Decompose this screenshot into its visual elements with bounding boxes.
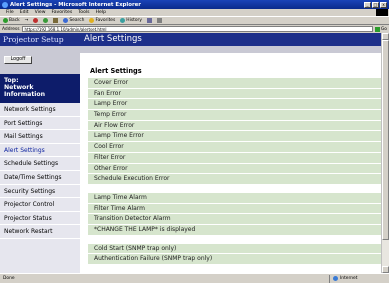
page-content: Projector Setup Logoff Top: Network Info… [0, 33, 381, 273]
address-bar: Address https://192.168.1.10/admin/alert… [0, 25, 389, 33]
search-icon [63, 18, 69, 23]
window-controls: _ □ x [364, 1, 387, 8]
forward-button[interactable]: → [25, 18, 29, 23]
mail-icon [146, 18, 152, 23]
menu-bar: File Edit View Favorites Tools Help [0, 9, 389, 16]
forward-arrow-icon: → [24, 18, 29, 23]
sidebar-item-projector-control[interactable]: Projector Control [0, 198, 80, 212]
refresh-button[interactable] [43, 18, 49, 23]
top-network-label: Network [4, 84, 34, 91]
alert-item-schedule-execution-error[interactable]: Schedule Execution Error [88, 174, 381, 185]
favorites-button[interactable]: Favorites [89, 18, 115, 23]
home-icon [53, 18, 59, 23]
menu-view[interactable]: View [35, 10, 46, 15]
alert-item-fan-error[interactable]: Fan Error [88, 88, 381, 100]
browser-toolbar: Back → Search Favorites History [0, 16, 389, 25]
menu-file[interactable]: File [6, 10, 14, 15]
mail-button[interactable] [146, 18, 152, 23]
sidebar-item-network-settings[interactable]: Network Settings [0, 103, 80, 117]
refresh-icon [43, 18, 49, 23]
sidebar: Projector Setup Logoff Top: Network Info… [0, 33, 80, 273]
window-titlebar: Alert Settings - Microsoft Internet Expl… [0, 0, 389, 9]
alert-item-filter-error[interactable]: Filter Error [88, 152, 381, 164]
sidebar-nav: Network Settings Port Settings Mail Sett… [0, 103, 80, 239]
alert-item-lamp-time-error[interactable]: Lamp Time Error [88, 131, 381, 143]
section-title: Alert Settings [90, 67, 142, 75]
sidebar-item-network-restart[interactable]: Network Restart [0, 225, 80, 239]
globe-icon [333, 276, 338, 281]
alert-item-cover-error[interactable]: Cover Error [88, 78, 381, 89]
print-button[interactable] [156, 18, 162, 23]
alert-item-transition-detector-alarm[interactable]: Transition Detector Alarm [88, 214, 381, 225]
page-title: Alert Settings [80, 33, 381, 46]
alert-item-filter-time-alarm[interactable]: Filter Time Alarm [88, 203, 381, 215]
history-button[interactable]: History [120, 18, 142, 23]
top-information-label: Information [4, 91, 46, 98]
alert-item-temp-error[interactable]: Temp Error [88, 110, 381, 121]
stop-icon [33, 18, 39, 23]
alert-item-cold-start[interactable]: Cold Start (SNMP trap only) [88, 243, 381, 255]
favorites-star-icon [89, 18, 95, 23]
status-bar: Done Internet [0, 273, 389, 283]
sidebar-logo: Projector Setup [0, 33, 80, 46]
favorites-label: Favorites [95, 18, 116, 23]
maximize-button[interactable]: □ [372, 1, 379, 8]
back-button[interactable]: Back [3, 18, 20, 23]
back-arrow-icon [3, 18, 8, 23]
scroll-thumb[interactable] [382, 40, 389, 240]
alert-item-lamp-time-alarm[interactable]: Lamp Time Alarm [88, 192, 381, 204]
search-label: Search [69, 18, 85, 23]
vertical-scrollbar[interactable] [381, 33, 389, 273]
back-label: Back [9, 18, 20, 23]
logoff-button[interactable]: Logoff [4, 56, 32, 64]
sidebar-item-port-settings[interactable]: Port Settings [0, 117, 80, 131]
menu-favorites[interactable]: Favorites [52, 10, 73, 15]
minimize-button[interactable]: _ [364, 1, 371, 8]
alert-item-cool-error[interactable]: Cool Error [88, 142, 381, 153]
group-separator [88, 236, 381, 244]
zone-label: Internet [340, 276, 358, 281]
window-title: Alert Settings - Microsoft Internet Expl… [10, 1, 141, 8]
menu-edit[interactable]: Edit [20, 10, 29, 15]
close-button[interactable]: x [380, 1, 387, 8]
print-icon [156, 18, 162, 23]
alert-item-authentication-failure[interactable]: Authentication Failure (SNMP trap only) [88, 254, 381, 265]
logoff-area: Logoff [0, 46, 80, 74]
group-separator [88, 185, 381, 193]
menu-tools[interactable]: Tools [78, 10, 89, 15]
alert-item-change-the-lamp[interactable]: *CHANGE THE LAMP* is displayed [88, 224, 381, 236]
alert-list: Cover Error Fan Error Lamp Error Temp Er… [88, 78, 381, 265]
scroll-down-button[interactable] [382, 266, 389, 273]
address-label: Address [2, 26, 20, 32]
menu-help[interactable]: Help [96, 10, 106, 15]
header-band [80, 46, 381, 53]
alert-item-air-flow-error[interactable]: Air Flow Error [88, 120, 381, 132]
main-panel: Alert Settings Alert Settings Cover Erro… [80, 33, 381, 273]
top-label: Top: [4, 77, 19, 84]
go-label: Go [380, 26, 387, 32]
security-zone: Internet [329, 274, 389, 283]
search-button[interactable]: Search [63, 18, 84, 23]
status-text: Done [3, 276, 15, 281]
alert-item-other-error[interactable]: Other Error [88, 163, 381, 175]
sidebar-item-mail-settings[interactable]: Mail Settings [0, 130, 80, 144]
go-arrow-icon [374, 26, 380, 32]
home-button[interactable] [53, 18, 59, 23]
sidebar-top-network-information[interactable]: Top: Network Information [0, 74, 80, 103]
sidebar-item-schedule-settings[interactable]: Schedule Settings [0, 157, 80, 171]
go-button[interactable]: Go [374, 26, 387, 32]
alert-item-lamp-error[interactable]: Lamp Error [88, 99, 381, 111]
history-label: History [126, 18, 142, 23]
scroll-up-button[interactable] [382, 33, 389, 40]
stop-button[interactable] [33, 18, 39, 23]
sidebar-item-date-time-settings[interactable]: Date/Time Settings [0, 171, 80, 185]
sidebar-item-alert-settings[interactable]: Alert Settings [0, 144, 80, 158]
history-icon [120, 18, 126, 23]
sidebar-item-security-settings[interactable]: Security Settings [0, 185, 80, 199]
ie-icon [2, 1, 8, 8]
address-input[interactable]: https://192.168.1.10/admin/alertset.html [21, 26, 373, 32]
sidebar-item-projector-status[interactable]: Projector Status [0, 212, 80, 226]
